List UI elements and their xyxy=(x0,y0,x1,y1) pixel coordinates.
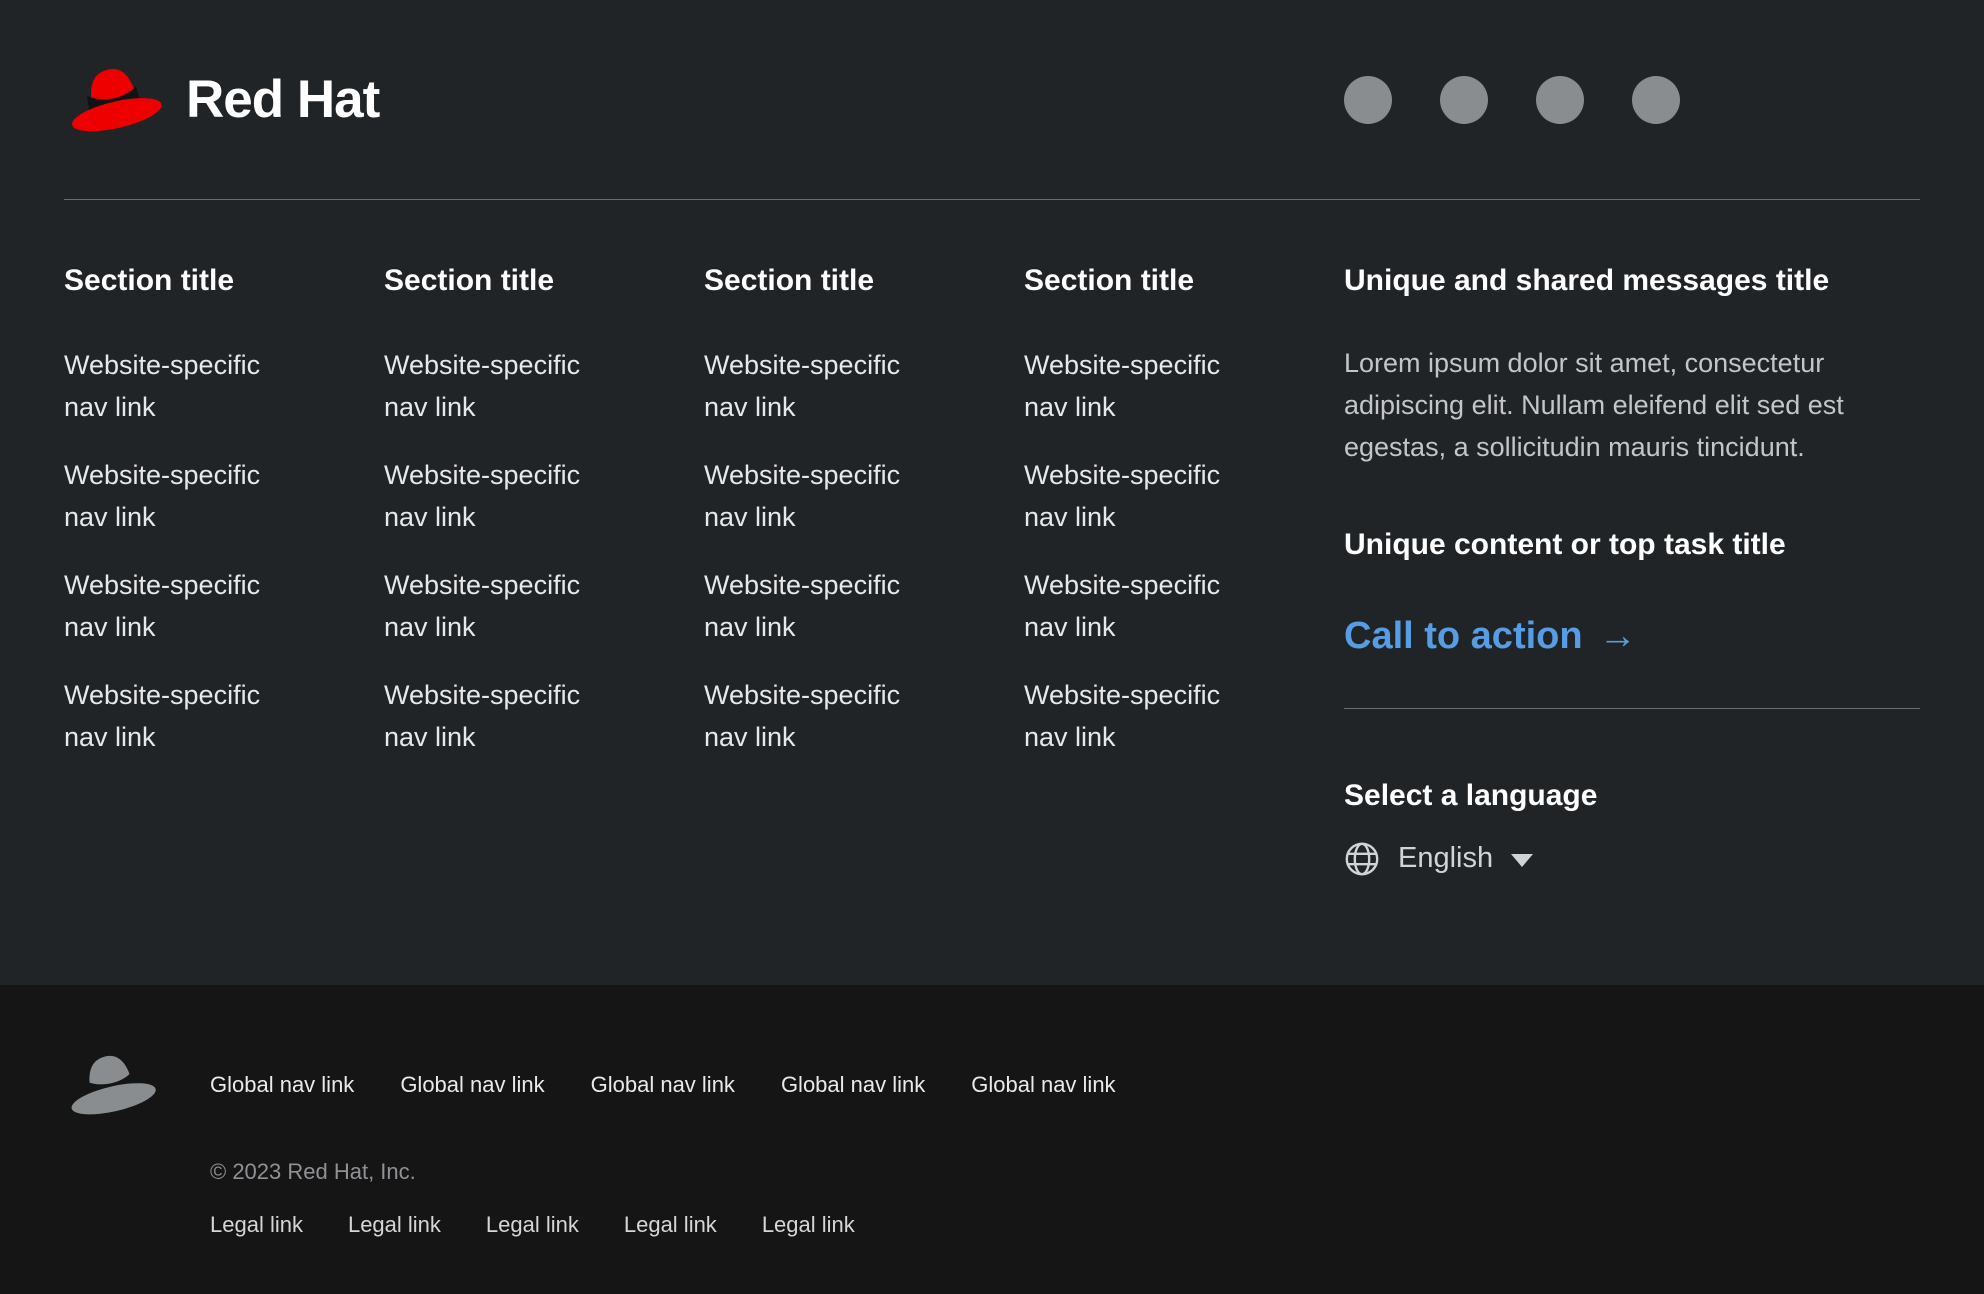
site-nav-link[interactable]: Website-specific nav link xyxy=(384,344,630,428)
footer-columns: Section title Website-specific nav link … xyxy=(64,200,1920,882)
social-circle-icon[interactable] xyxy=(1632,76,1680,124)
language-selected-value: English xyxy=(1398,842,1493,875)
social-circle-icon[interactable] xyxy=(1344,76,1392,124)
site-nav-link[interactable]: Website-specific nav link xyxy=(64,454,310,538)
site-nav-link[interactable]: Website-specific nav link xyxy=(64,674,310,758)
messages-body: Lorem ipsum dolor sit amet, consectetur … xyxy=(1344,342,1920,468)
copyright-text: © 2023 Red Hat, Inc. xyxy=(210,1159,1116,1185)
redhat-fedora-icon xyxy=(64,61,164,139)
redhat-logo-text: Red Hat xyxy=(186,73,379,126)
section-title: Section title xyxy=(1024,262,1280,300)
nav-section-4: Section title Website-specific nav link … xyxy=(1024,262,1280,882)
site-nav-link[interactable]: Website-specific nav link xyxy=(704,674,950,758)
global-nav-link[interactable]: Global nav link xyxy=(400,1072,544,1098)
footer-header-row: Red Hat xyxy=(64,0,1920,200)
site-nav-link[interactable]: Website-specific nav link xyxy=(384,454,630,538)
site-nav-link[interactable]: Website-specific nav link xyxy=(1024,674,1270,758)
global-nav: Global nav link Global nav link Global n… xyxy=(210,1049,1116,1121)
info-divider xyxy=(1344,708,1920,709)
redhat-logo-link[interactable]: Red Hat xyxy=(64,61,379,139)
social-circle-icon[interactable] xyxy=(1536,76,1584,124)
section-title: Section title xyxy=(384,262,640,300)
section-title: Section title xyxy=(64,262,320,300)
global-nav-link[interactable]: Global nav link xyxy=(210,1072,354,1098)
global-nav-link[interactable]: Global nav link xyxy=(781,1072,925,1098)
footer-global-section: Global nav link Global nav link Global n… xyxy=(0,985,1984,1294)
global-footer-content: Global nav link Global nav link Global n… xyxy=(210,1049,1116,1294)
messages-title: Unique and shared messages title xyxy=(1344,262,1920,300)
nav-section-2: Section title Website-specific nav link … xyxy=(384,262,640,882)
call-to-action-link[interactable]: Call to action → xyxy=(1344,614,1637,660)
site-nav-link[interactable]: Website-specific nav link xyxy=(384,564,630,648)
global-nav-link[interactable]: Global nav link xyxy=(971,1072,1115,1098)
info-column: Unique and shared messages title Lorem i… xyxy=(1344,262,1920,882)
global-nav-link[interactable]: Global nav link xyxy=(591,1072,735,1098)
site-nav-link[interactable]: Website-specific nav link xyxy=(64,564,310,648)
language-selector[interactable]: English xyxy=(1344,841,1533,877)
legal-link[interactable]: Legal link xyxy=(762,1212,855,1238)
site-nav-link[interactable]: Website-specific nav link xyxy=(1024,344,1270,428)
section-title: Section title xyxy=(704,262,960,300)
language-title: Select a language xyxy=(1344,777,1920,815)
site-nav-link[interactable]: Website-specific nav link xyxy=(704,344,950,428)
nav-section-1: Section title Website-specific nav link … xyxy=(64,262,320,882)
legal-nav: Legal link Legal link Legal link Legal l… xyxy=(210,1212,1116,1238)
social-circle-icon[interactable] xyxy=(1440,76,1488,124)
site-nav-link[interactable]: Website-specific nav link xyxy=(704,564,950,648)
site-nav-link[interactable]: Website-specific nav link xyxy=(64,344,310,428)
legal-link[interactable]: Legal link xyxy=(210,1212,303,1238)
site-nav-link[interactable]: Website-specific nav link xyxy=(384,674,630,758)
legal-link[interactable]: Legal link xyxy=(486,1212,579,1238)
redhat-fedora-gray-icon xyxy=(64,1049,158,1121)
globe-icon xyxy=(1344,841,1380,877)
nav-section-3: Section title Website-specific nav link … xyxy=(704,262,960,882)
footer-main-section: Red Hat Section title Website-specific n… xyxy=(0,0,1984,985)
legal-link[interactable]: Legal link xyxy=(348,1212,441,1238)
site-nav-link[interactable]: Website-specific nav link xyxy=(704,454,950,538)
legal-link[interactable]: Legal link xyxy=(624,1212,717,1238)
social-icons-group xyxy=(1344,76,1680,124)
site-nav-link[interactable]: Website-specific nav link xyxy=(1024,454,1270,538)
top-task-title: Unique content or top task title xyxy=(1344,526,1920,564)
site-nav-link[interactable]: Website-specific nav link xyxy=(1024,564,1270,648)
chevron-down-icon xyxy=(1511,854,1533,867)
arrow-right-icon: → xyxy=(1599,614,1637,660)
call-to-action-label: Call to action xyxy=(1344,614,1583,660)
